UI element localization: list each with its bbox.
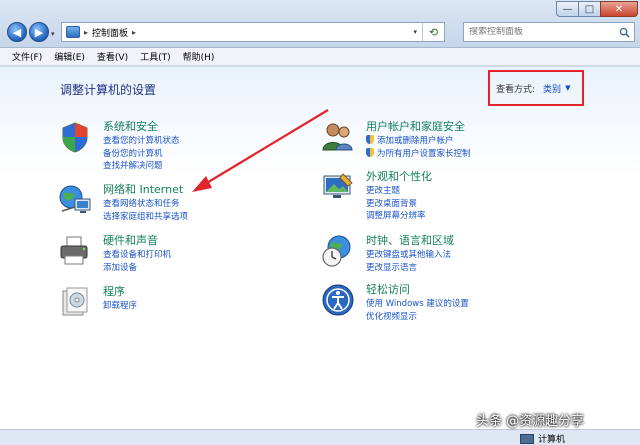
link-change-display-language[interactable]: 更改显示语言 xyxy=(366,262,454,275)
control-panel-content: 调整计算机的设置 查看方式: 类别 ▼ 系统和安全 查看您的计算机状态 备份您的… xyxy=(0,67,640,429)
title-bar: — □ ✕ ◀ ▶ ▾ ▸ 控制面板 ▸ ▾ ⟲ xyxy=(0,0,640,48)
category-title[interactable]: 时钟、语言和区域 xyxy=(366,234,454,248)
menu-edit[interactable]: 编辑(E) xyxy=(48,50,91,63)
accessibility-icon[interactable] xyxy=(321,283,355,317)
search-input[interactable] xyxy=(464,27,614,37)
category-title[interactable]: 硬件和声音 xyxy=(103,234,171,248)
uac-shield-icon xyxy=(366,135,374,144)
link-devices-printers[interactable]: 查看设备和打印机 xyxy=(103,249,171,262)
link-optimize-visual-display[interactable]: 优化视频显示 xyxy=(366,311,469,324)
computer-icon xyxy=(520,433,534,444)
watermark: 头条 @资源趣分享 xyxy=(476,414,585,429)
recent-pages-dropdown[interactable]: ▾ xyxy=(51,30,55,38)
link-homegroup-sharing[interactable]: 选择家庭组和共享选项 xyxy=(103,211,188,224)
link-view-network-status[interactable]: 查看网络状态和任务 xyxy=(103,198,188,211)
link-view-computer-status[interactable]: 查看您的计算机状态 xyxy=(103,135,180,148)
link-parental-controls[interactable]: 为所有用户设置家长控制 xyxy=(366,147,471,161)
search-icon[interactable] xyxy=(614,27,634,38)
category-title[interactable]: 外观和个性化 xyxy=(366,170,432,184)
programs-icon[interactable] xyxy=(58,285,92,319)
link-uninstall-program[interactable]: 卸载程序 xyxy=(103,300,137,313)
status-computer: 计算机 xyxy=(520,432,565,445)
shield-icon[interactable] xyxy=(58,120,92,154)
minimize-button[interactable]: — xyxy=(556,1,579,17)
category-title[interactable]: 轻松访问 xyxy=(366,283,469,297)
breadcrumb-separator[interactable]: ▸ xyxy=(132,28,136,37)
link-adjust-resolution[interactable]: 调整屏幕分辨率 xyxy=(366,210,432,223)
search-box[interactable] xyxy=(463,22,635,42)
address-dropdown[interactable]: ▾ xyxy=(408,28,422,36)
appearance-icon[interactable] xyxy=(321,170,355,204)
breadcrumb-control-panel[interactable]: 控制面板 xyxy=(92,26,128,39)
maximize-button[interactable]: □ xyxy=(578,1,601,17)
category-title[interactable]: 系统和安全 xyxy=(103,120,180,134)
view-by-label: 查看方式: xyxy=(496,84,536,95)
link-add-device[interactable]: 添加设备 xyxy=(103,262,171,275)
users-icon[interactable] xyxy=(321,120,355,154)
breadcrumb-separator[interactable]: ▸ xyxy=(84,28,88,37)
link-change-desktop-background[interactable]: 更改桌面背景 xyxy=(366,198,432,211)
status-computer-label: 计算机 xyxy=(538,435,566,445)
menu-view[interactable]: 查看(V) xyxy=(91,50,134,63)
menu-bar: 文件(F) 编辑(E) 查看(V) 工具(T) 帮助(H) xyxy=(0,48,640,66)
menu-tools[interactable]: 工具(T) xyxy=(134,50,177,63)
control-panel-icon xyxy=(66,26,80,38)
category-title[interactable]: 网络和 Internet xyxy=(103,183,188,197)
link-label[interactable]: 为所有用户设置家长控制 xyxy=(377,149,471,159)
link-change-input-method[interactable]: 更改键盘或其他输入法 xyxy=(366,249,454,262)
navigation-bar: ◀ ▶ ▾ ▸ 控制面板 ▸ ▾ ⟲ xyxy=(5,21,635,45)
category-title[interactable]: 程序 xyxy=(103,285,137,299)
link-add-remove-user[interactable]: 添加或删除用户帐户 xyxy=(366,135,471,148)
menu-help[interactable]: 帮助(H) xyxy=(177,50,221,63)
back-button[interactable]: ◀ xyxy=(7,22,27,42)
category-title[interactable]: 用户帐户和家庭安全 xyxy=(366,120,471,134)
view-by-category-dropdown[interactable]: 类别 xyxy=(543,82,561,95)
view-by-selector[interactable]: 查看方式: 类别 ▼ xyxy=(488,70,584,106)
clock-globe-icon[interactable] xyxy=(321,234,355,268)
link-change-theme[interactable]: 更改主题 xyxy=(366,185,432,198)
window-controls: — □ ✕ xyxy=(556,1,638,17)
menu-file[interactable]: 文件(F) xyxy=(6,50,48,63)
link-troubleshoot[interactable]: 查找并解决问题 xyxy=(103,160,180,173)
chevron-down-icon[interactable]: ▼ xyxy=(565,84,570,92)
link-windows-recommended-settings[interactable]: 使用 Windows 建议的设置 xyxy=(366,298,469,311)
network-icon[interactable] xyxy=(58,183,92,217)
address-bar[interactable]: ▸ 控制面板 ▸ ▾ ⟲ xyxy=(61,22,445,42)
uac-shield-icon xyxy=(366,147,374,157)
close-button[interactable]: ✕ xyxy=(600,1,638,17)
status-bar: 计算机 xyxy=(0,429,640,445)
link-backup-computer[interactable]: 备份您的计算机 xyxy=(103,148,180,161)
printer-icon[interactable] xyxy=(58,234,92,268)
forward-button[interactable]: ▶ xyxy=(29,22,49,42)
link-label[interactable]: 添加或删除用户帐户 xyxy=(377,136,454,146)
refresh-icon[interactable]: ⟲ xyxy=(422,23,444,41)
page-title: 调整计算机的设置 xyxy=(60,83,157,97)
